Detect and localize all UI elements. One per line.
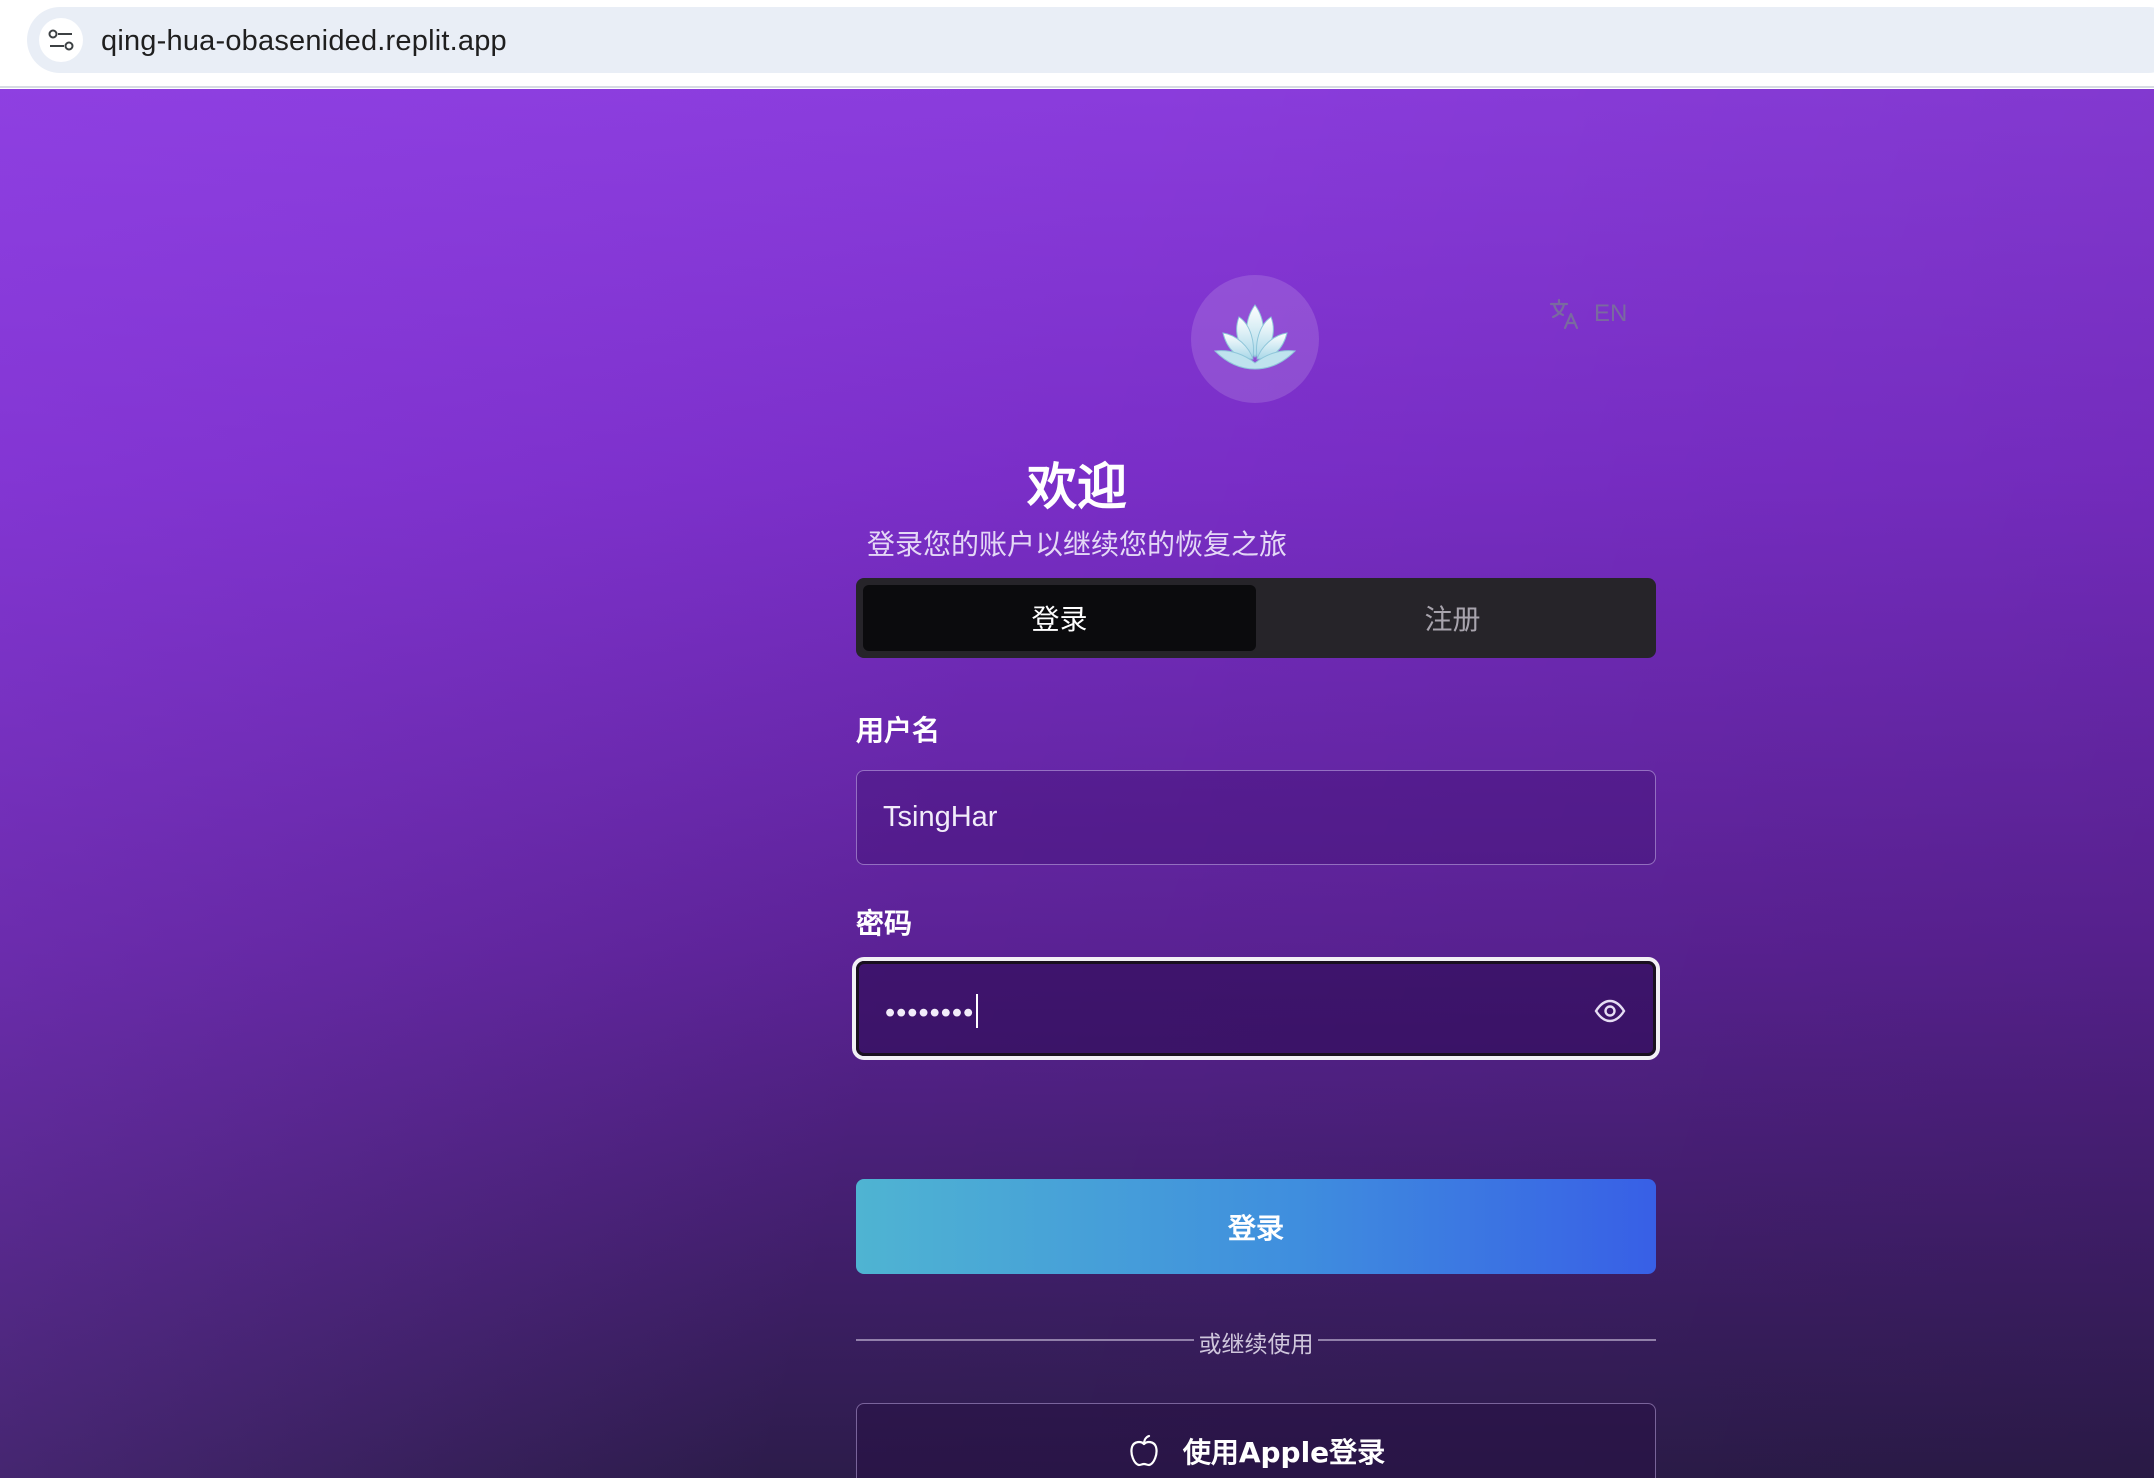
- site-info-icon: [48, 29, 74, 51]
- password-value: ••••••••: [885, 997, 975, 1029]
- eye-icon[interactable]: [1593, 994, 1627, 1028]
- lotus-logo-icon: [1213, 304, 1297, 370]
- browser-toolbar: qing-hua-obasenided.replit.app: [0, 0, 2154, 88]
- text-caret: [976, 994, 979, 1028]
- apple-login-label: 使用Apple登录: [1182, 1435, 1386, 1469]
- divider: 或继续使用: [856, 1325, 1656, 1358]
- translate-icon: [1549, 298, 1579, 330]
- language-toggle[interactable]: EN: [1548, 292, 1627, 336]
- apple-icon: [1130, 1434, 1158, 1466]
- page-title: 欢迎: [1027, 458, 1127, 516]
- login-submit-button[interactable]: 登录: [856, 1179, 1656, 1274]
- password-input[interactable]: ••••••••: [856, 961, 1656, 1056]
- tab-login[interactable]: 登录: [863, 585, 1256, 651]
- app-logo: [1191, 275, 1319, 403]
- username-input[interactable]: TsingHar: [856, 770, 1656, 865]
- username-value: TsingHar: [883, 801, 998, 833]
- url-text[interactable]: qing-hua-obasenided.replit.app: [101, 25, 507, 58]
- site-info-button[interactable]: [39, 18, 83, 62]
- divider-text: 或继续使用: [1198, 1332, 1314, 1358]
- auth-tabs: 登录 注册: [856, 578, 1656, 658]
- login-page: EN 欢迎 登录您的账户以继续您的恢复之旅 登录 注册 用户名 TsingHar…: [0, 89, 2154, 1478]
- language-label: EN: [1594, 300, 1628, 327]
- apple-login-button[interactable]: 使用Apple登录: [856, 1403, 1656, 1478]
- tab-register[interactable]: 注册: [1256, 585, 1649, 651]
- password-field-content: ••••••••: [885, 994, 979, 1030]
- address-bar[interactable]: qing-hua-obasenided.replit.app: [27, 7, 2154, 73]
- password-label: 密码: [856, 907, 913, 940]
- divider-line-right: [1318, 1339, 1656, 1341]
- username-label: 用户名: [856, 714, 941, 747]
- page-subtitle: 登录您的账户以继续您的恢复之旅: [866, 528, 1287, 561]
